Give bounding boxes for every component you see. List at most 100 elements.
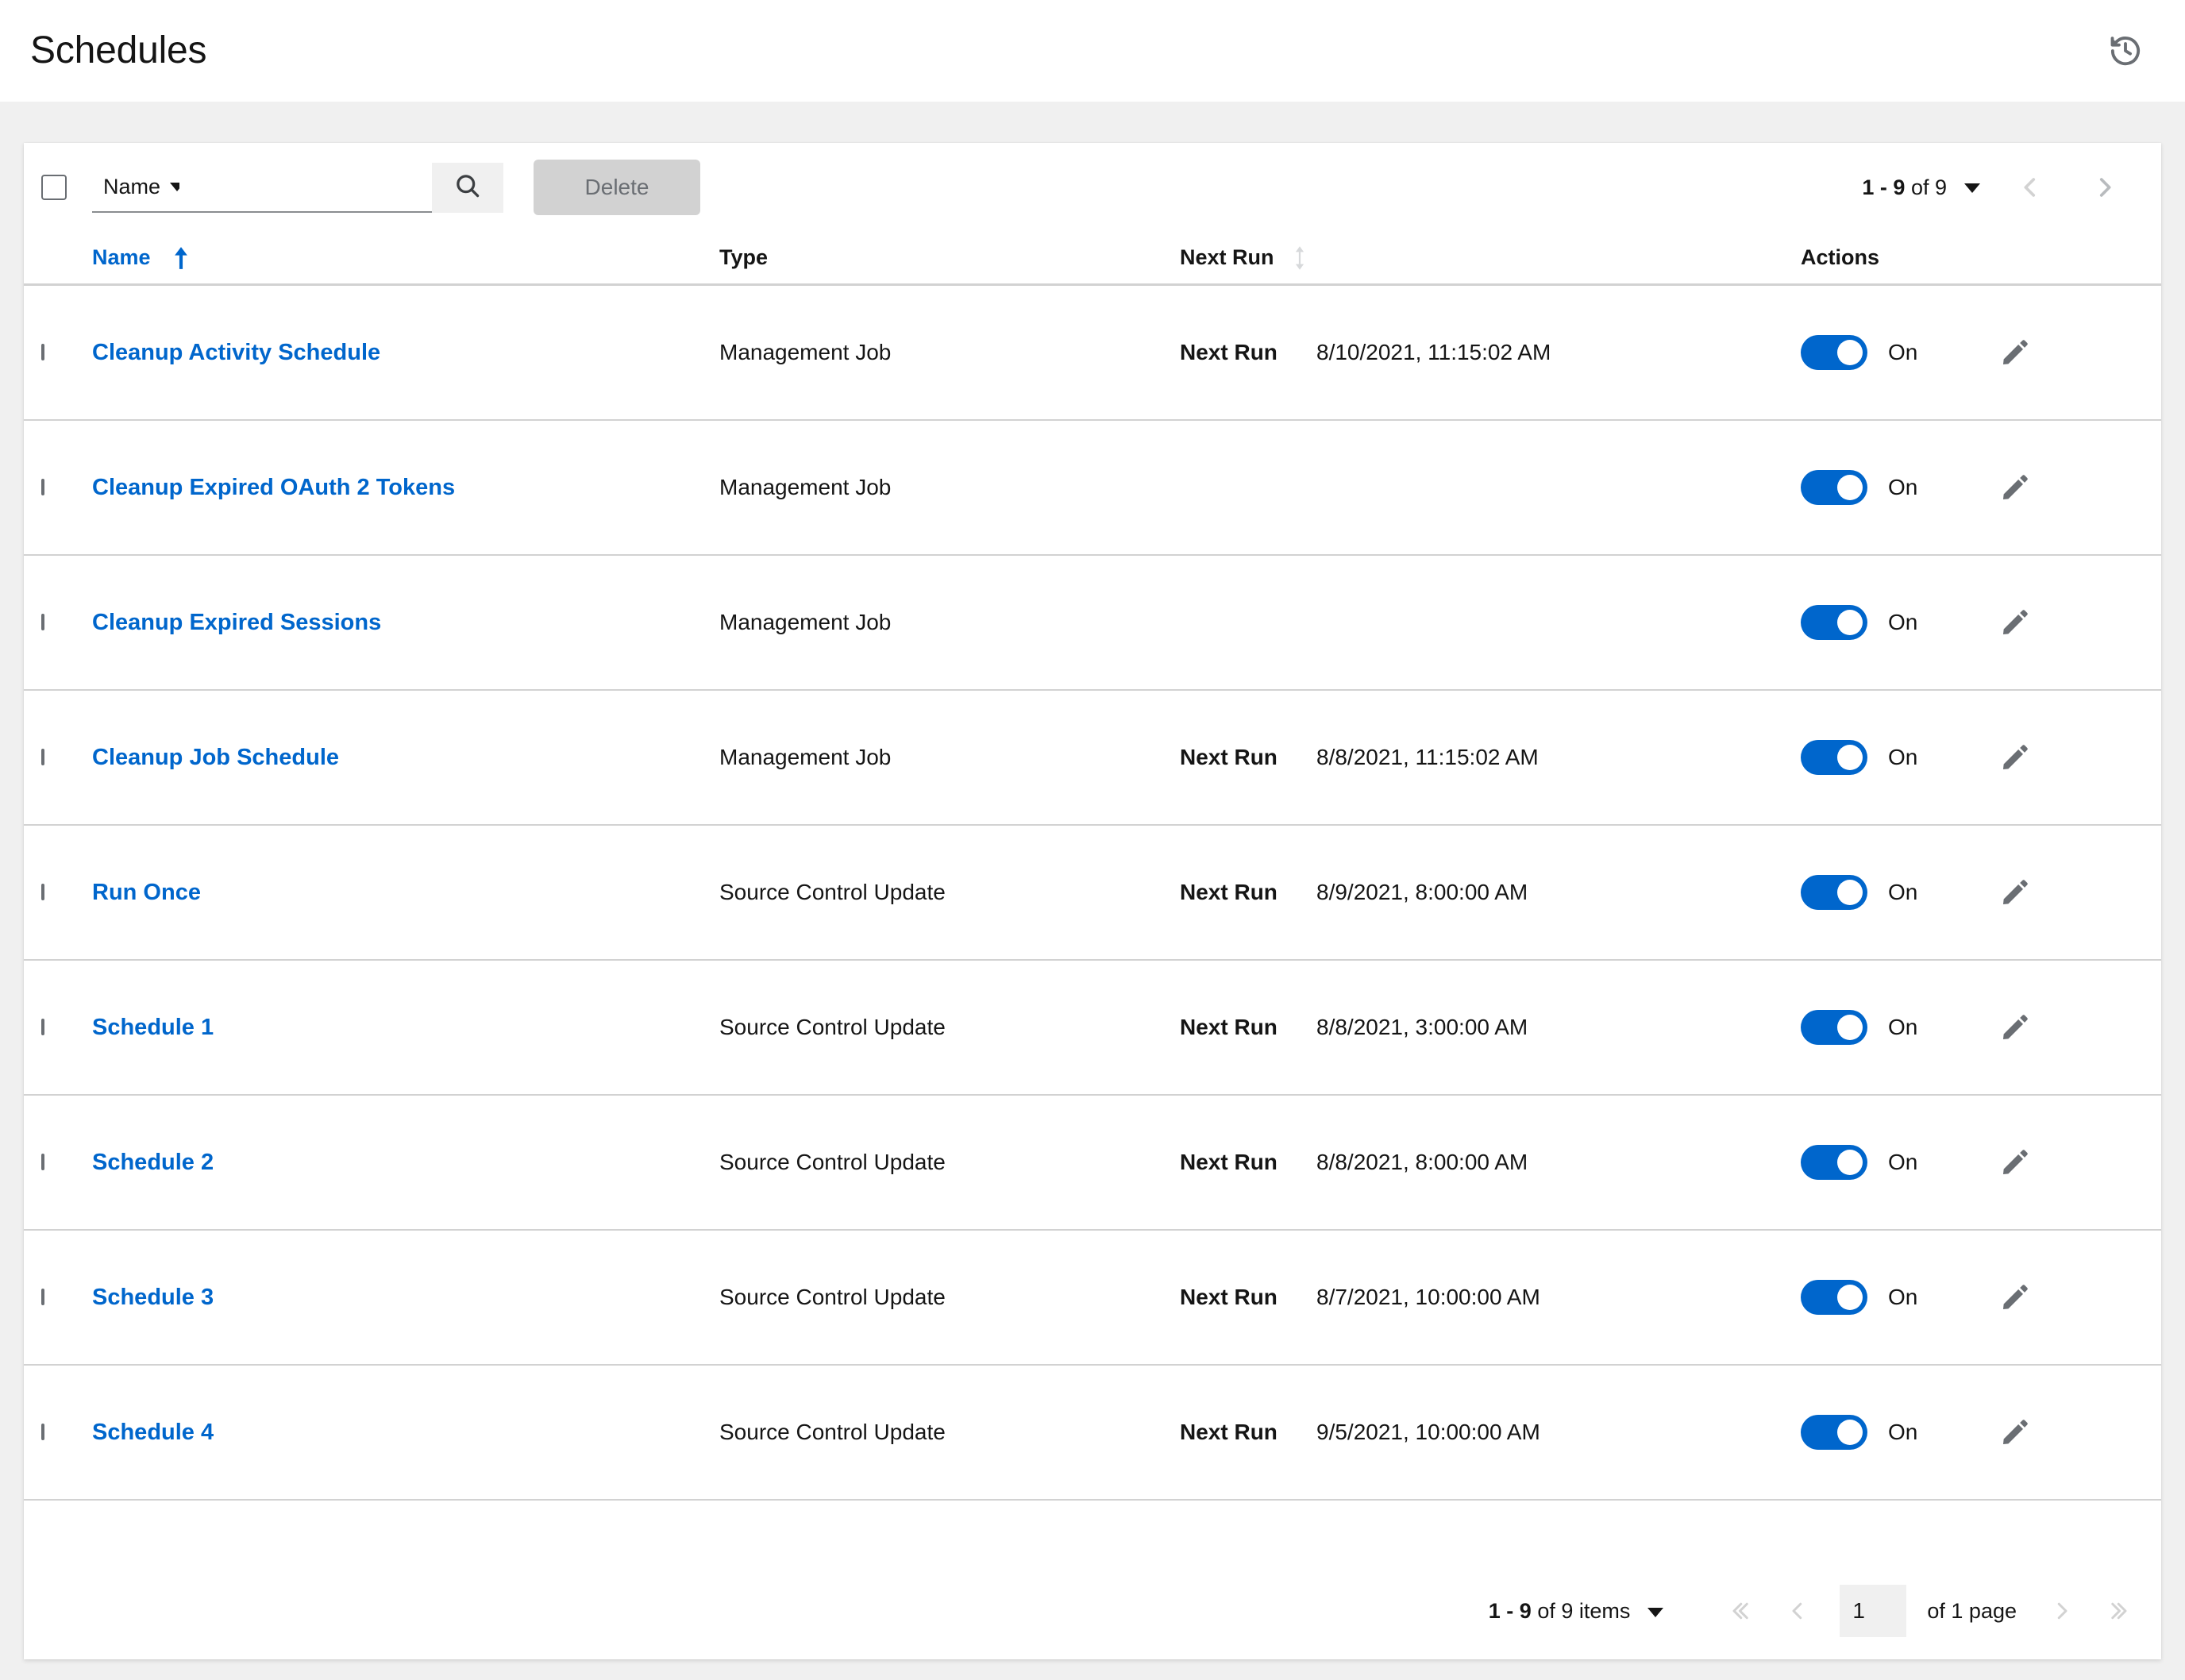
schedule-type: Management Job: [719, 610, 891, 634]
row-actions-cell: On: [1801, 330, 2142, 375]
page-title: Schedules: [30, 32, 206, 70]
schedule-name-link[interactable]: Schedule 1: [92, 1015, 214, 1040]
row-checkbox-cell: [41, 480, 92, 495]
schedule-enabled-toggle[interactable]: [1801, 335, 1867, 370]
row-actions-cell: On: [1801, 465, 2142, 510]
schedule-type: Management Job: [719, 745, 891, 769]
pencil-icon[interactable]: [1993, 600, 2037, 645]
sort-unsorted-icon: [1292, 245, 1308, 271]
pencil-icon[interactable]: [1993, 735, 2037, 780]
schedule-enabled-toggle[interactable]: [1801, 875, 1867, 910]
row-name-cell: Schedule 1: [92, 1015, 719, 1041]
pencil-icon[interactable]: [1993, 1005, 2037, 1050]
toolbar-pagination: 1 - 9 of 9: [1862, 163, 2142, 212]
select-all-checkbox[interactable]: [41, 175, 67, 200]
schedule-enabled-toggle[interactable]: [1801, 1415, 1867, 1450]
toggle-knob: [1837, 1150, 1863, 1175]
table-row: Schedule 3Source Control UpdateNext Run8…: [24, 1231, 2161, 1366]
pencil-icon[interactable]: [1993, 330, 2037, 375]
schedule-enabled-toggle[interactable]: [1801, 1010, 1867, 1045]
toolbar-prev-page-button[interactable]: [2006, 163, 2055, 212]
toolbar-pagination-count: 1 - 9 of 9: [1862, 175, 1947, 200]
toggle-state-label: On: [1888, 340, 1944, 365]
header-cell-name[interactable]: Name: [92, 245, 719, 270]
next-run-value: 8/8/2021, 11:15:02 AM: [1316, 745, 1539, 770]
row-actions-cell: On: [1801, 1410, 2142, 1455]
toolbar-pagination-total: of 9: [1911, 175, 1947, 199]
next-run-label: Next Run: [1180, 745, 1316, 770]
caret-down-icon[interactable]: [1964, 183, 1980, 193]
schedule-name-link[interactable]: Cleanup Activity Schedule: [92, 340, 380, 365]
toggle-state-label: On: [1888, 475, 1944, 500]
first-page-button[interactable]: [1717, 1586, 1767, 1636]
row-checkbox-cell: [41, 750, 92, 765]
filter-type-select[interactable]: Name: [92, 163, 179, 213]
page-number-input[interactable]: [1840, 1585, 1906, 1637]
pencil-icon[interactable]: [1993, 1410, 2037, 1455]
search-input[interactable]: [179, 163, 432, 213]
pencil-icon[interactable]: [1993, 870, 2037, 915]
table-row: Schedule 1Source Control UpdateNext Run8…: [24, 961, 2161, 1096]
schedule-name-link[interactable]: Cleanup Expired OAuth 2 Tokens: [92, 475, 455, 500]
schedule-enabled-toggle[interactable]: [1801, 740, 1867, 775]
previous-page-button[interactable]: [1773, 1586, 1822, 1636]
row-select-checkbox[interactable]: [41, 1289, 44, 1305]
last-page-button[interactable]: [2093, 1586, 2142, 1636]
row-select-checkbox[interactable]: [41, 479, 44, 495]
search-button[interactable]: [432, 163, 503, 213]
table-row: Run OnceSource Control UpdateNext Run8/9…: [24, 826, 2161, 961]
header-label-actions: Actions: [1801, 245, 1879, 270]
next-run-label: Next Run: [1180, 1015, 1316, 1040]
row-select-checkbox[interactable]: [41, 1424, 44, 1440]
header-cell-next-run[interactable]: Next Run: [1180, 245, 1801, 271]
toggle-state-label: On: [1888, 1015, 1944, 1040]
schedule-name-link[interactable]: Schedule 3: [92, 1285, 214, 1310]
row-select-checkbox[interactable]: [41, 884, 44, 900]
row-select-checkbox[interactable]: [41, 344, 44, 360]
row-actions-cell: On: [1801, 1005, 2142, 1050]
schedule-name-link[interactable]: Schedule 4: [92, 1420, 214, 1445]
row-checkbox-cell: [41, 615, 92, 630]
schedule-name-link[interactable]: Run Once: [92, 880, 201, 905]
toggle-knob: [1837, 1420, 1863, 1445]
row-name-cell: Schedule 2: [92, 1150, 719, 1176]
row-checkbox-cell: [41, 885, 92, 900]
schedule-type: Source Control Update: [719, 1420, 946, 1444]
header-label-type: Type: [719, 245, 768, 270]
next-run-label: Next Run: [1180, 1285, 1316, 1310]
caret-down-icon[interactable]: [1647, 1608, 1663, 1617]
row-select-checkbox[interactable]: [41, 614, 44, 630]
schedule-name-link[interactable]: Schedule 2: [92, 1150, 214, 1175]
schedule-enabled-toggle[interactable]: [1801, 1280, 1867, 1315]
row-name-cell: Cleanup Job Schedule: [92, 745, 719, 771]
toolbar-next-page-button[interactable]: [2080, 163, 2129, 212]
row-next-run-cell: Next Run9/5/2021, 10:00:00 AM: [1180, 1420, 1801, 1445]
next-page-button[interactable]: [2037, 1586, 2087, 1636]
row-next-run-cell: Next Run8/9/2021, 8:00:00 AM: [1180, 880, 1801, 905]
schedule-type: Source Control Update: [719, 1015, 946, 1039]
schedule-enabled-toggle[interactable]: [1801, 470, 1867, 505]
schedule-enabled-toggle[interactable]: [1801, 1145, 1867, 1180]
pencil-icon[interactable]: [1993, 1275, 2037, 1320]
row-select-checkbox[interactable]: [41, 1019, 44, 1035]
schedule-type: Source Control Update: [719, 1150, 946, 1174]
row-type-cell: Management Job: [719, 475, 1180, 500]
row-actions-cell: On: [1801, 1275, 2142, 1320]
row-select-checkbox[interactable]: [41, 1154, 44, 1170]
row-select-checkbox[interactable]: [41, 749, 44, 765]
row-type-cell: Source Control Update: [719, 1015, 1180, 1040]
delete-button[interactable]: Delete: [534, 160, 700, 215]
next-run-value: 8/9/2021, 8:00:00 AM: [1316, 880, 1528, 905]
header-label-name: Name: [92, 245, 151, 270]
pencil-icon[interactable]: [1993, 465, 2037, 510]
row-checkbox-cell: [41, 1155, 92, 1169]
schedule-name-link[interactable]: Cleanup Expired Sessions: [92, 610, 381, 635]
schedule-enabled-toggle[interactable]: [1801, 605, 1867, 640]
table-row: Schedule 2Source Control UpdateNext Run8…: [24, 1096, 2161, 1231]
pencil-icon[interactable]: [1993, 1140, 2037, 1185]
schedule-name-link[interactable]: Cleanup Job Schedule: [92, 745, 339, 770]
history-icon[interactable]: [2101, 26, 2150, 75]
row-next-run-cell: Next Run8/7/2021, 10:00:00 AM: [1180, 1285, 1801, 1310]
toolbar-pagination-range: 1 - 9: [1862, 175, 1905, 199]
row-checkbox-cell: [41, 1020, 92, 1035]
